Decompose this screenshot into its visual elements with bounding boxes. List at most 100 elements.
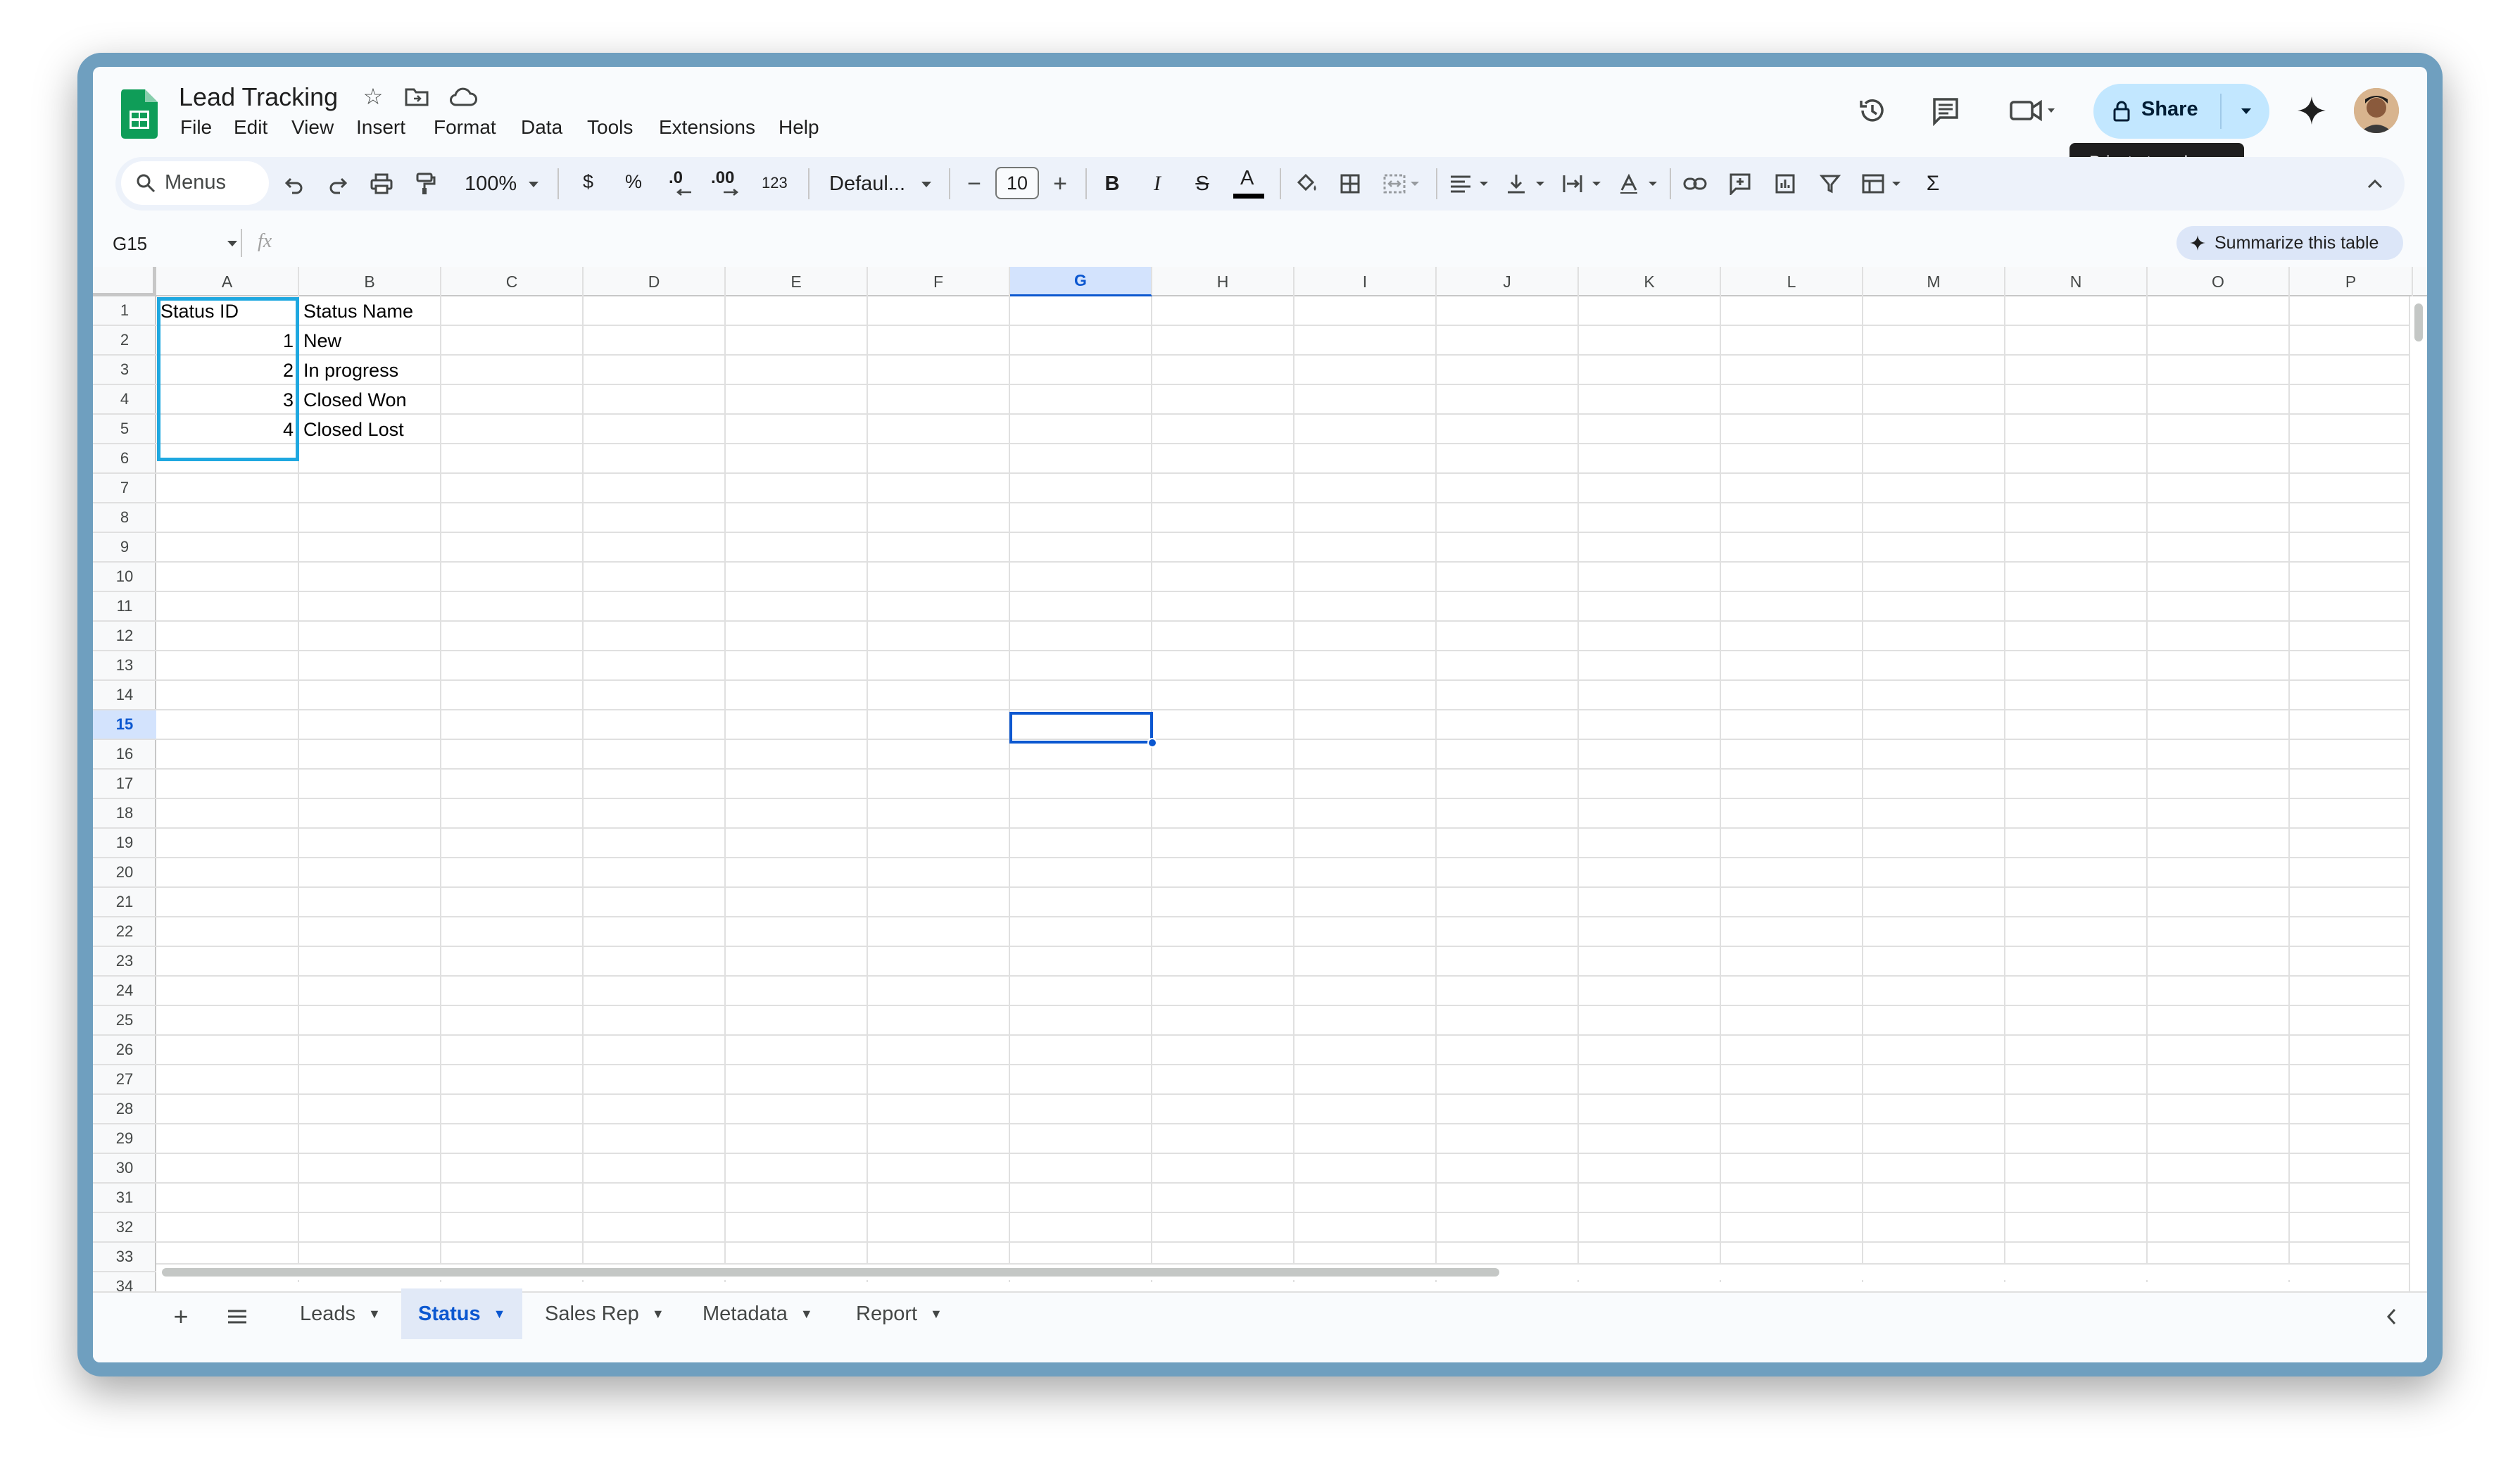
sheet-tab-report[interactable]: Report ▼ [839,1288,959,1339]
undo-icon[interactable] [280,170,308,198]
text-wrapping-icon[interactable] [1558,170,1608,198]
name-box[interactable]: G15 [107,229,248,257]
avatar[interactable] [2354,88,2399,133]
zoom-select[interactable]: 100% [455,170,546,198]
row-header-2[interactable]: 2 [93,326,156,356]
row-header-34[interactable]: 34 [93,1272,156,1291]
row-header-6[interactable]: 6 [93,444,156,474]
menu-view[interactable]: View [291,116,334,139]
vertical-scroll-thumb[interactable] [2414,303,2423,341]
font-size-input[interactable]: 10 [995,167,1039,199]
horizontal-scrollbar[interactable] [156,1263,2409,1280]
horizontal-scroll-thumb[interactable] [162,1268,1499,1277]
row-header-5[interactable]: 5 [93,415,156,444]
row-header-4[interactable]: 4 [93,385,156,415]
font-select[interactable]: Defaul... [819,170,939,198]
meet-icon[interactable] [2005,92,2061,129]
row-header-8[interactable]: 8 [93,503,156,533]
sheet-tab-status[interactable]: Status ▼ [401,1288,523,1339]
row-header-27[interactable]: 27 [93,1065,156,1095]
font-size-decrease-icon[interactable]: − [960,170,988,198]
print-icon[interactable] [367,170,396,198]
menu-tools[interactable]: Tools [587,116,633,139]
gemini-icon[interactable] [2292,91,2331,130]
row-header-9[interactable]: 9 [93,533,156,563]
percent-format-button[interactable]: % [625,171,642,193]
row-header-3[interactable]: 3 [93,356,156,385]
row-header-16[interactable]: 16 [93,740,156,770]
column-header-h[interactable]: H [1152,267,1294,296]
doc-title[interactable]: Lead Tracking [179,82,338,112]
row-header-17[interactable]: 17 [93,770,156,799]
more-formats-button[interactable]: 123 [762,174,788,192]
column-header-i[interactable]: I [1294,267,1437,296]
vertical-align-icon[interactable] [1502,170,1551,198]
paint-format-icon[interactable] [411,170,439,198]
row-header-14[interactable]: 14 [93,681,156,710]
fill-color-icon[interactable] [1291,168,1322,199]
column-header-e[interactable]: E [726,267,868,296]
cell-b3[interactable]: In progress [303,356,398,385]
row-header-1[interactable]: 1 [93,296,156,326]
row-header-24[interactable]: 24 [93,977,156,1006]
row-header-25[interactable]: 25 [93,1006,156,1036]
sheet-tab-sales-rep[interactable]: Sales Rep ▼ [528,1288,681,1339]
insert-link-icon[interactable] [1680,170,1711,198]
menu-format[interactable]: Format [434,116,496,139]
column-header-g[interactable]: G [1010,267,1152,296]
currency-format-button[interactable]: $ [583,171,593,193]
column-header-l[interactable]: L [1721,267,1863,296]
vertical-scrollbar[interactable] [2409,296,2427,1291]
menu-edit[interactable]: Edit [234,116,267,139]
font-size-increase-icon[interactable]: + [1046,170,1074,198]
grid[interactable]: ABCDEFGHIJKLMNOP 1 2 3 4 5 6 7 8 9 10 11 12 13 14 15 16… [93,267,2427,1291]
column-header-d[interactable]: D [584,267,726,296]
row-header-33[interactable]: 33 [93,1243,156,1272]
all-sheets-icon[interactable] [220,1299,255,1334]
sheets-logo[interactable] [121,89,158,139]
menu-insert[interactable]: Insert [356,116,405,139]
row-header-20[interactable]: 20 [93,858,156,888]
decrease-decimal-button[interactable]: .0 [666,167,700,199]
column-header-k[interactable]: K [1579,267,1721,296]
column-header-p[interactable]: P [2290,267,2413,296]
cell-b4[interactable]: Closed Won [303,385,407,415]
column-header-b[interactable]: B [299,267,441,296]
row-header-18[interactable]: 18 [93,799,156,829]
sheet-tab-leads[interactable]: Leads ▼ [283,1288,398,1339]
row-header-15[interactable]: 15 [93,710,156,740]
menu-file[interactable]: File [180,116,212,139]
cell-b2[interactable]: New [303,326,341,356]
active-cell-outline[interactable] [1009,712,1153,744]
row-header-19[interactable]: 19 [93,829,156,858]
cloud-status-icon[interactable] [448,84,479,109]
text-color-button[interactable]: A [1230,167,1267,201]
insert-comment-icon[interactable] [1725,170,1756,198]
italic-button[interactable]: I [1143,170,1171,198]
row-header-22[interactable]: 22 [93,917,156,947]
row-header-28[interactable]: 28 [93,1095,156,1124]
move-folder-icon[interactable] [403,84,431,109]
text-rotation-icon[interactable] [1615,170,1664,198]
filter-icon[interactable] [1815,170,1846,198]
horizontal-align-icon[interactable] [1446,170,1495,198]
cell-b1[interactable]: Status Name [303,296,413,326]
select-all-corner[interactable] [93,267,156,296]
filter-views-icon[interactable] [1858,170,1908,198]
functions-button[interactable]: Σ [1919,170,1947,198]
menu-help[interactable]: Help [779,116,819,139]
comments-icon[interactable] [1927,92,1964,129]
column-header-n[interactable]: N [2005,267,2148,296]
column-header-f[interactable]: F [868,267,1010,296]
insert-chart-icon[interactable] [1770,170,1801,198]
chevron-left-icon[interactable] [2374,1299,2409,1334]
column-header-j[interactable]: J [1437,267,1579,296]
add-sheet-icon[interactable]: + [163,1299,199,1334]
column-header-c[interactable]: C [441,267,584,296]
row-header-11[interactable]: 11 [93,592,156,622]
share-dropdown-icon[interactable] [2223,84,2269,139]
sheet-tab-metadata[interactable]: Metadata ▼ [686,1288,830,1339]
menu-data[interactable]: Data [521,116,562,139]
row-header-30[interactable]: 30 [93,1154,156,1184]
row-header-26[interactable]: 26 [93,1036,156,1065]
